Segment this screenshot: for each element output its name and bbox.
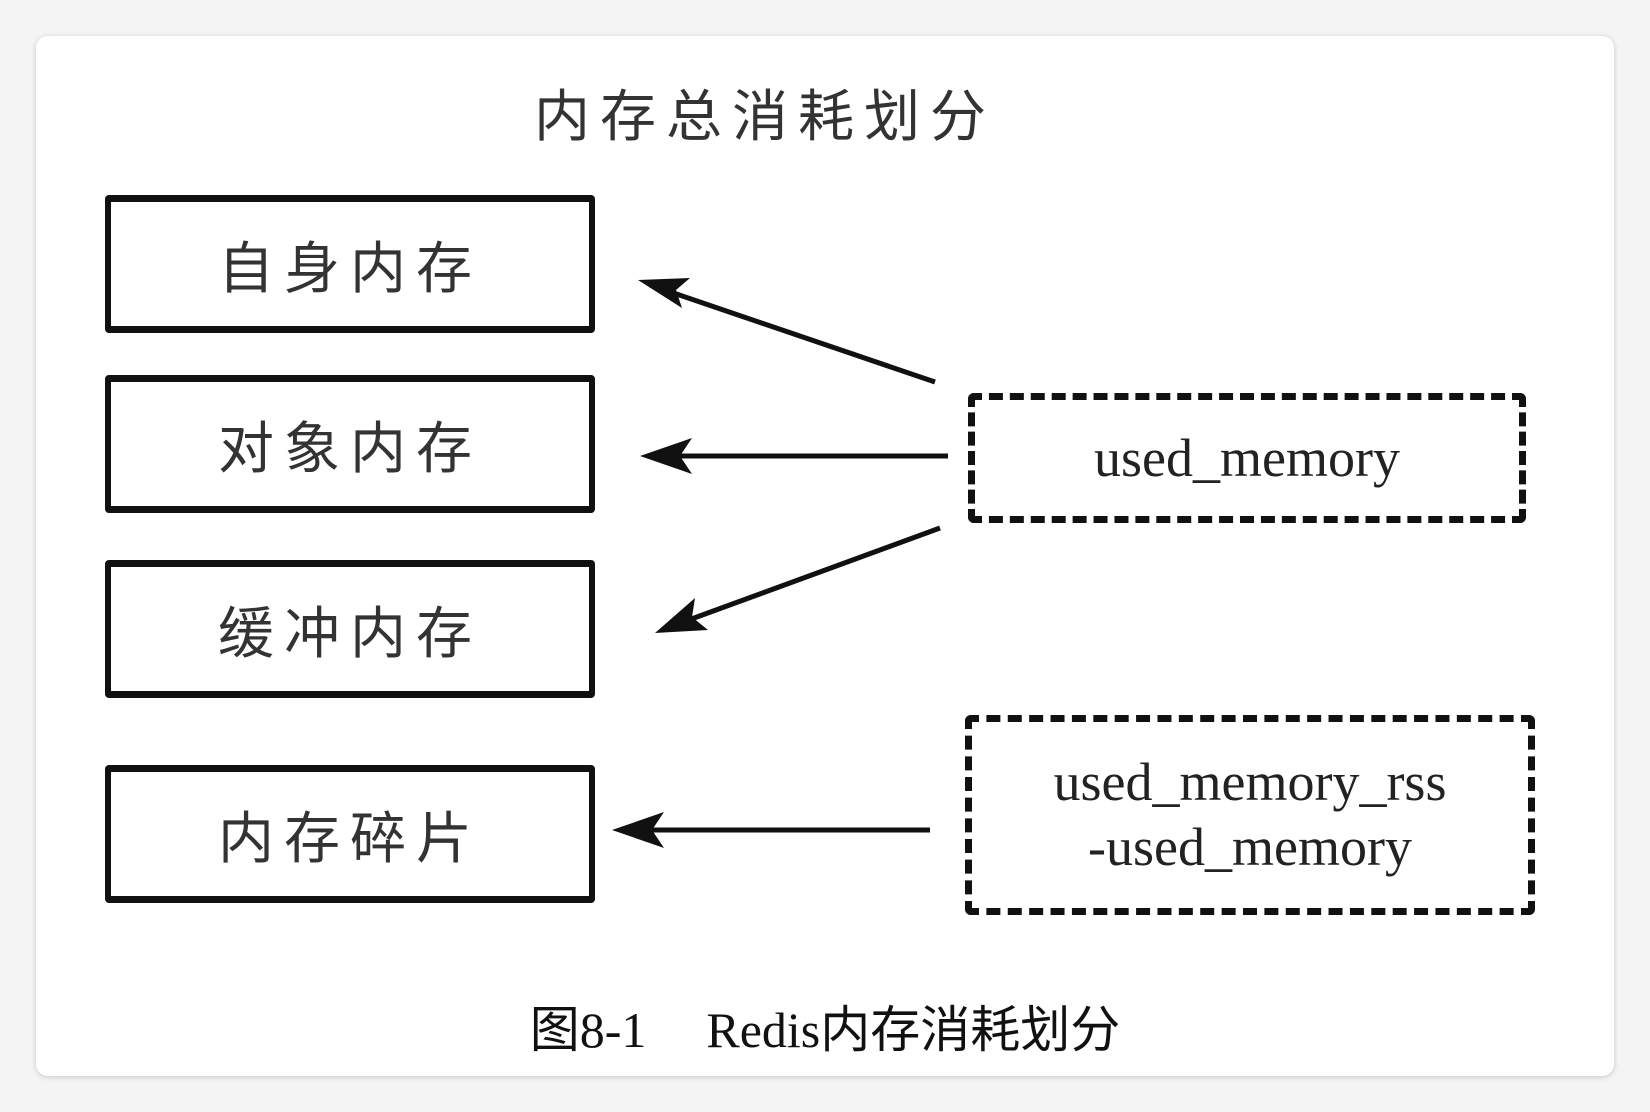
figure-caption-text: Redis内存消耗划分 — [706, 1002, 1121, 1058]
arrow-used-memory-to-self — [638, 278, 936, 385]
arrow-used-memory-to-buffer — [655, 525, 941, 633]
figure-number: 图8-1 — [529, 1002, 647, 1058]
arrow-rss-to-fragmentation — [612, 812, 930, 848]
figure-caption: 图8-1 Redis内存消耗划分 — [0, 990, 1650, 1062]
arrows-layer — [612, 278, 948, 848]
arrow-used-memory-to-object — [640, 438, 948, 474]
